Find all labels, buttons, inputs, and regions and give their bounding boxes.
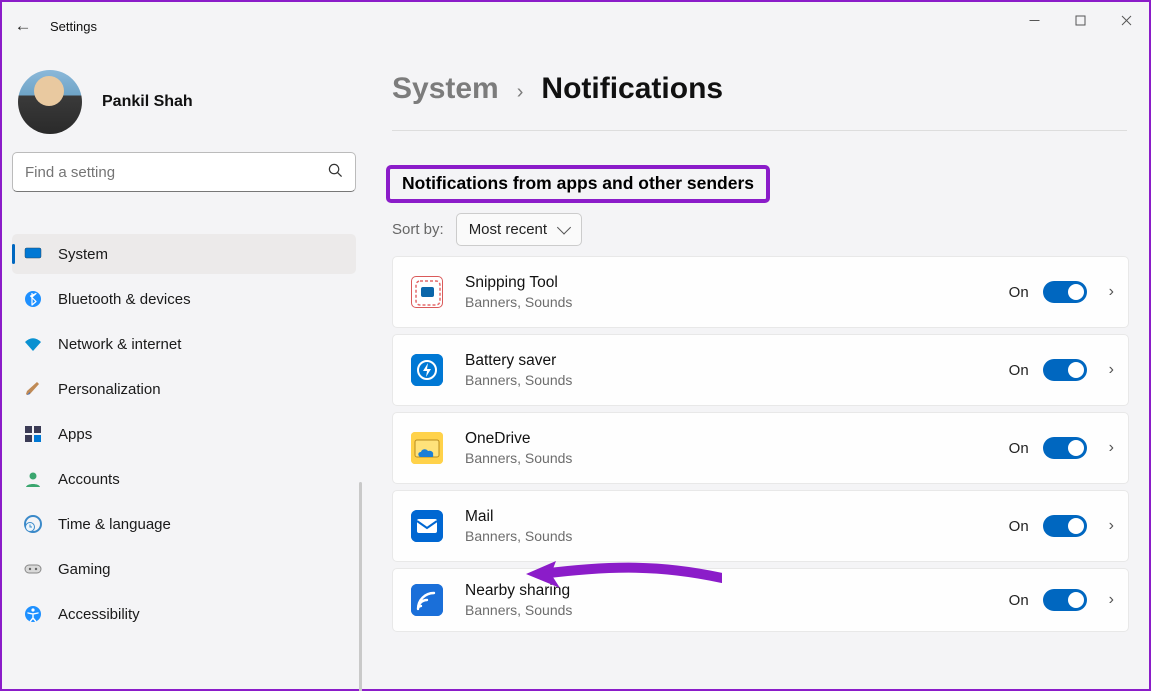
- toggle-switch[interactable]: [1043, 359, 1087, 381]
- sidebar-scrollbar[interactable]: [359, 482, 362, 691]
- user-name: Pankil Shah: [102, 93, 193, 111]
- sidebar-item-accounts[interactable]: Accounts: [12, 459, 356, 499]
- breadcrumb-parent[interactable]: System: [392, 72, 499, 106]
- app-sub: Banners, Sounds: [465, 450, 1009, 466]
- profile-block[interactable]: Pankil Shah: [12, 60, 362, 152]
- sidebar-item-personalization[interactable]: Personalization: [12, 369, 356, 409]
- toggle-switch[interactable]: [1043, 589, 1087, 611]
- minimize-button[interactable]: [1011, 2, 1057, 38]
- app-name: Mail: [465, 508, 1009, 526]
- window-controls: [1011, 2, 1149, 38]
- chevron-right-icon: ›: [517, 81, 524, 104]
- nav-list: System Bluetooth & devices Network & int…: [12, 234, 362, 634]
- app-name: Battery saver: [465, 352, 1009, 370]
- sidebar: Pankil Shah System Bluetooth &: [2, 50, 362, 689]
- sidebar-item-accessibility[interactable]: Accessibility: [12, 594, 356, 634]
- paintbrush-icon: [24, 380, 58, 398]
- chevron-right-icon: ›: [1109, 439, 1114, 457]
- toggle-state-label: On: [1009, 440, 1029, 457]
- sidebar-item-apps[interactable]: Apps: [12, 414, 356, 454]
- close-button[interactable]: [1103, 2, 1149, 38]
- search-icon: [328, 163, 343, 182]
- apps-icon: [24, 425, 58, 443]
- sidebar-item-system[interactable]: System: [12, 234, 356, 274]
- section-header-senders: Notifications from apps and other sender…: [386, 165, 770, 203]
- toggle-state-label: On: [1009, 518, 1029, 535]
- accessibility-icon: [24, 605, 58, 623]
- sidebar-item-label: Gaming: [58, 561, 111, 578]
- toggle-state-label: On: [1009, 362, 1029, 379]
- sidebar-item-network[interactable]: Network & internet: [12, 324, 356, 364]
- page-title: Notifications: [541, 72, 723, 106]
- app-sub: Banners, Sounds: [465, 528, 1009, 544]
- sidebar-item-bluetooth[interactable]: Bluetooth & devices: [12, 279, 356, 319]
- chevron-right-icon: ›: [1109, 361, 1114, 379]
- sidebar-item-label: Personalization: [58, 381, 161, 398]
- sort-by-value: Most recent: [469, 221, 547, 238]
- person-icon: [24, 470, 58, 488]
- gamepad-icon: [24, 560, 58, 578]
- globe-clock-icon: [24, 515, 58, 533]
- maximize-button[interactable]: [1057, 2, 1103, 38]
- divider: [392, 130, 1127, 131]
- sidebar-item-label: Accessibility: [58, 606, 140, 623]
- snipping-tool-icon: [411, 276, 443, 308]
- app-name: Snipping Tool: [465, 274, 1009, 292]
- app-sub: Banners, Sounds: [465, 294, 1009, 310]
- sidebar-item-label: Bluetooth & devices: [58, 291, 191, 308]
- onedrive-icon: [411, 432, 443, 464]
- sidebar-item-label: Network & internet: [58, 336, 181, 353]
- toggle-switch[interactable]: [1043, 437, 1087, 459]
- sidebar-item-gaming[interactable]: Gaming: [12, 549, 356, 589]
- chevron-right-icon: ›: [1109, 517, 1114, 535]
- nearby-sharing-icon: [411, 584, 443, 616]
- app-sub: Banners, Sounds: [465, 372, 1009, 388]
- system-icon: [24, 245, 58, 263]
- sidebar-item-label: System: [58, 246, 108, 263]
- sidebar-item-label: Apps: [58, 426, 92, 443]
- mail-icon: [411, 510, 443, 542]
- chevron-right-icon: ›: [1109, 283, 1114, 301]
- search-input[interactable]: [25, 164, 328, 181]
- sidebar-item-label: Accounts: [58, 471, 120, 488]
- chevron-right-icon: ›: [1109, 591, 1114, 609]
- sidebar-item-time-language[interactable]: Time & language: [12, 504, 356, 544]
- app-row-snipping-tool[interactable]: Snipping Tool Banners, Sounds On ›: [392, 256, 1129, 328]
- toggle-switch[interactable]: [1043, 281, 1087, 303]
- app-row-onedrive[interactable]: OneDrive Banners, Sounds On ›: [392, 412, 1129, 484]
- breadcrumb: System › Notifications: [392, 60, 1129, 130]
- search-input-wrap[interactable]: [12, 152, 356, 192]
- back-button[interactable]: ←: [2, 16, 44, 36]
- sidebar-item-label: Time & language: [58, 516, 171, 533]
- app-sub: Banners, Sounds: [465, 602, 1009, 618]
- app-row-nearby-sharing[interactable]: Nearby sharing Banners, Sounds On ›: [392, 568, 1129, 632]
- app-name: Nearby sharing: [465, 582, 1009, 600]
- app-row-battery-saver[interactable]: Battery saver Banners, Sounds On ›: [392, 334, 1129, 406]
- app-name: OneDrive: [465, 430, 1009, 448]
- toggle-state-label: On: [1009, 284, 1029, 301]
- main-content: System › Notifications Notifications fro…: [362, 50, 1149, 689]
- sort-by-dropdown[interactable]: Most recent: [456, 213, 582, 246]
- title-bar: ← Settings: [2, 2, 1149, 50]
- avatar: [18, 70, 82, 134]
- toggle-switch[interactable]: [1043, 515, 1087, 537]
- wifi-icon: [24, 335, 58, 353]
- app-row-mail[interactable]: Mail Banners, Sounds On ›: [392, 490, 1129, 562]
- bluetooth-icon: [24, 290, 58, 308]
- battery-saver-icon: [411, 354, 443, 386]
- sort-by-label: Sort by:: [392, 221, 444, 238]
- window-title: Settings: [50, 19, 97, 34]
- toggle-state-label: On: [1009, 592, 1029, 609]
